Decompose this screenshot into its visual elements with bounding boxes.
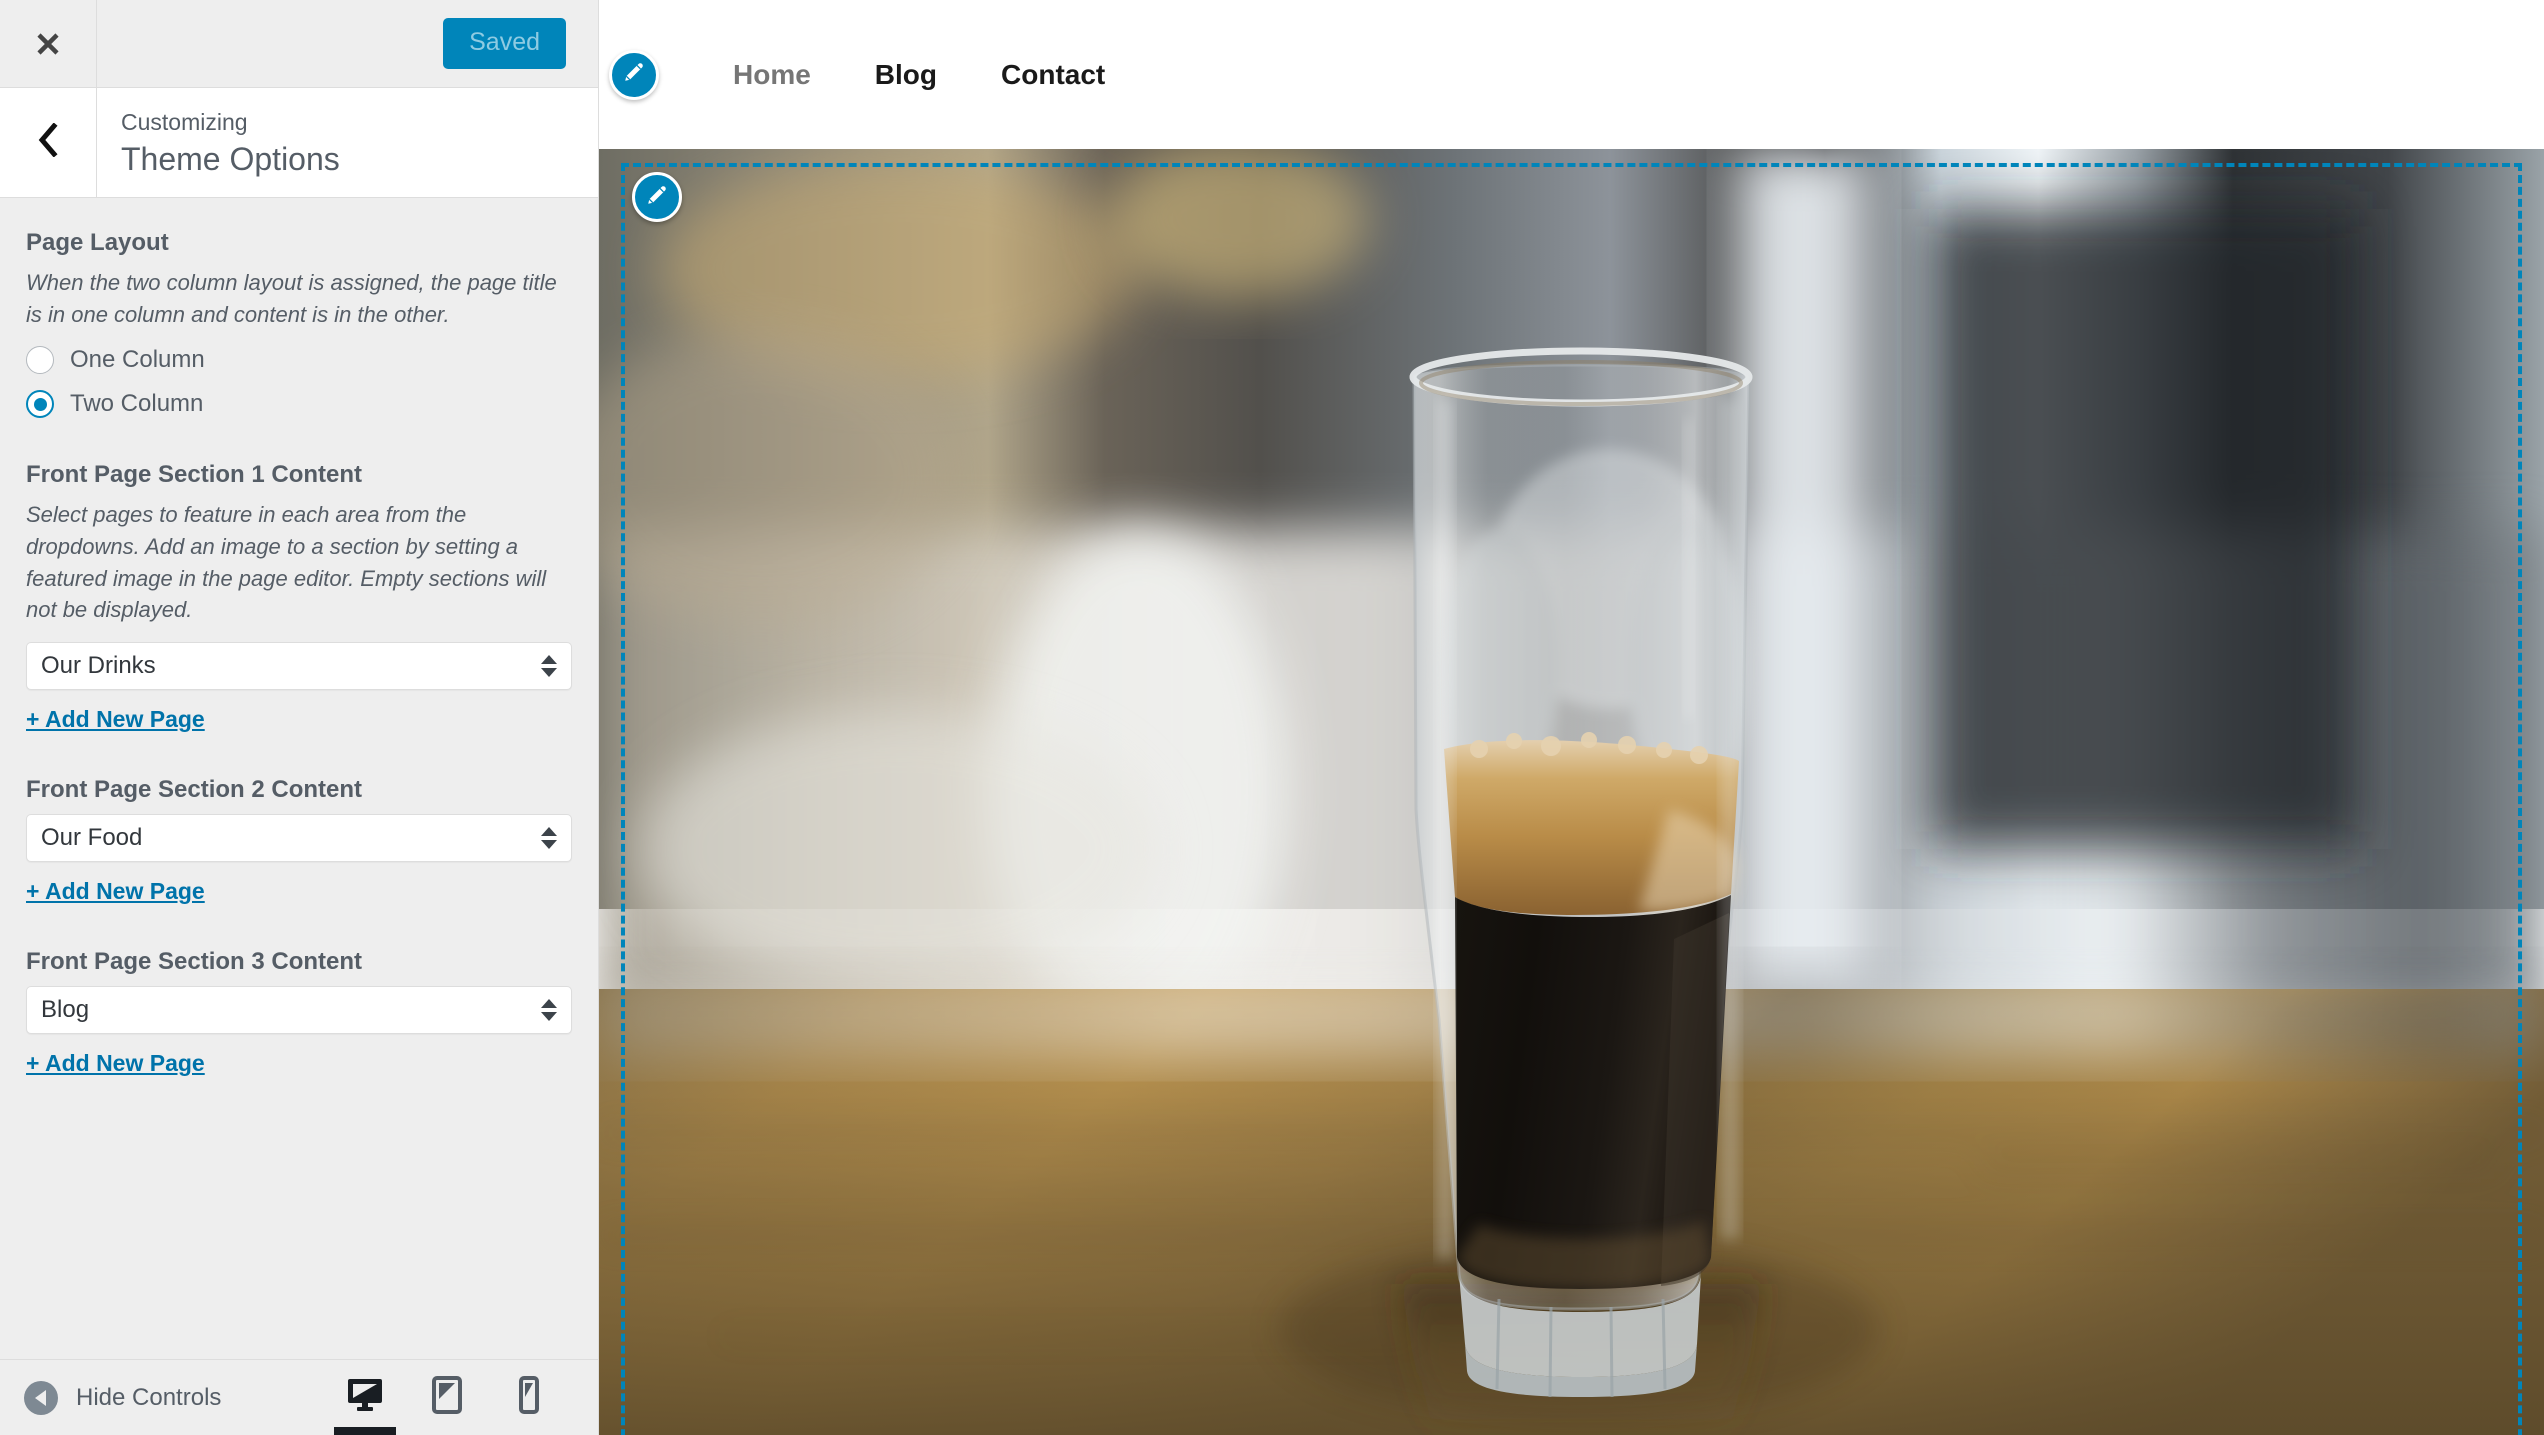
device-preview-buttons [324, 1360, 598, 1435]
site-preview: Home Blog Contact [599, 0, 2544, 1435]
control-front-page-section-1: Front Page Section 1 Content Select page… [26, 460, 572, 733]
control-label: Front Page Section 3 Content [26, 948, 363, 976]
customizer-sidebar: Saved Customizing Theme Options Page Lay… [0, 0, 599, 1435]
control-label: Front Page Section 1 Content [26, 461, 363, 489]
control-label: Front Page Section 2 Content [26, 776, 363, 804]
controls-list: Page Layout When the two column layout i… [0, 198, 598, 1359]
select-stepper-icon [541, 995, 557, 1025]
close-icon [33, 29, 63, 59]
panel-titles: Customizing Theme Options [97, 88, 598, 197]
pencil-icon [620, 58, 648, 91]
pencil-icon [643, 181, 671, 214]
close-customizer-button[interactable] [0, 0, 97, 87]
edit-shortcut-nav-button[interactable] [609, 49, 659, 100]
hide-controls-label: Hide Controls [76, 1383, 222, 1411]
desktop-icon [345, 1376, 385, 1419]
topbar-actions: Saved [97, 0, 598, 87]
section-2-page-select[interactable]: Our Food [26, 814, 572, 863]
mobile-icon [517, 1375, 541, 1420]
control-front-page-section-2: Front Page Section 2 Content Our Food + … [26, 775, 572, 905]
device-button-tablet[interactable] [406, 1360, 488, 1435]
device-button-desktop[interactable] [324, 1360, 406, 1435]
radio-label: Two Column [70, 390, 204, 418]
back-button[interactable] [0, 88, 97, 197]
control-description: When the two column layout is assigned, … [26, 270, 557, 327]
select-stepper-icon [541, 651, 557, 681]
hide-controls-button[interactable]: Hide Controls [0, 1380, 324, 1415]
add-new-page-link-3[interactable]: + Add New Page [26, 1050, 205, 1077]
save-button[interactable]: Saved [443, 17, 566, 70]
tablet-icon [430, 1375, 464, 1420]
select-value: Our Drinks [41, 654, 156, 679]
radio-label: One Column [70, 346, 205, 374]
hero-section [599, 149, 2544, 1435]
control-label: Page Layout [26, 229, 169, 256]
nav-item-contact[interactable]: Contact [969, 60, 1137, 89]
panel-header: Customizing Theme Options [0, 88, 598, 198]
add-new-page-link-2[interactable]: + Add New Page [26, 878, 205, 905]
site-navigation: Home Blog Contact [599, 0, 2544, 149]
select-stepper-icon [541, 823, 557, 853]
customizer-topbar: Saved [0, 0, 598, 88]
radio-icon [26, 346, 54, 375]
nav-item-home[interactable]: Home [701, 60, 843, 89]
section-3-page-select[interactable]: Blog [26, 986, 572, 1035]
device-button-mobile[interactable] [488, 1360, 570, 1435]
collapse-arrow-icon [24, 1380, 58, 1415]
customizer-footer: Hide Controls [0, 1359, 598, 1435]
radio-icon-selected [26, 390, 54, 419]
control-description: Select pages to feature in each area fro… [26, 502, 547, 623]
control-front-page-section-3: Front Page Section 3 Content Blog + Add … [26, 947, 572, 1077]
edit-shortcut-hero-button[interactable] [632, 172, 682, 222]
nav-item-blog[interactable]: Blog [843, 60, 969, 89]
chevron-left-icon [35, 122, 61, 162]
panel-title: Theme Options [121, 140, 340, 177]
section-1-page-select[interactable]: Our Drinks [26, 642, 572, 691]
panel-eyebrow: Customizing [121, 108, 248, 135]
radio-one-column[interactable]: One Column [26, 346, 572, 375]
add-new-page-link-1[interactable]: + Add New Page [26, 706, 205, 733]
radio-two-column[interactable]: Two Column [26, 390, 572, 419]
hero-image [599, 149, 2544, 1435]
select-value: Blog [41, 998, 90, 1023]
customizer-app: Saved Customizing Theme Options Page Lay… [0, 0, 2544, 1435]
select-value: Our Food [41, 826, 143, 851]
nav-menu: Home Blog Contact [701, 60, 1137, 89]
control-page-layout: Page Layout When the two column layout i… [26, 228, 572, 419]
